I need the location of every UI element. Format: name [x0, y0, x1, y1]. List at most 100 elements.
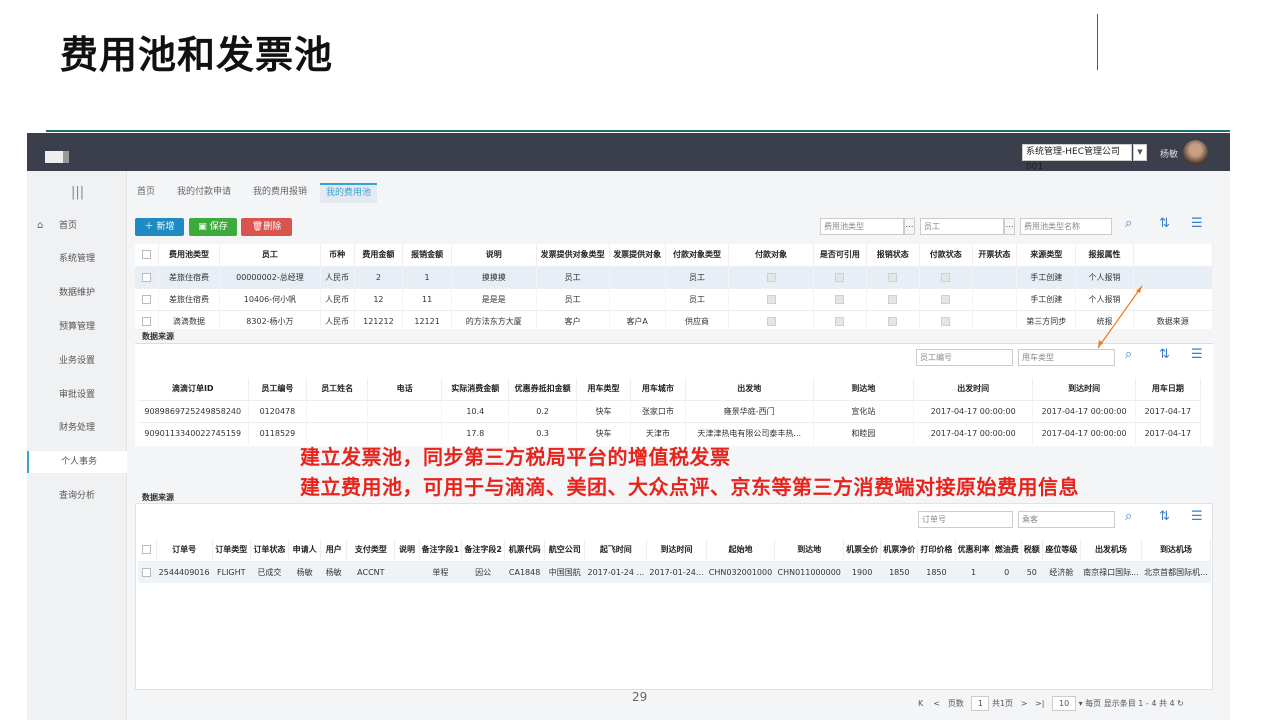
- list-view-icon[interactable]: ☰: [1191, 347, 1203, 362]
- employee-filter[interactable]: 员工: [920, 218, 1004, 235]
- col-header[interactable]: 机票全价: [843, 539, 882, 561]
- chevron-down-icon[interactable]: ▾: [1079, 699, 1083, 708]
- col-header[interactable]: 用户: [320, 539, 348, 561]
- col-header[interactable]: 电话: [367, 378, 443, 400]
- col-header[interactable]: 燃油费: [992, 539, 1022, 561]
- sidebar-item-approval[interactable]: 审批设置: [27, 384, 127, 406]
- col-header[interactable]: 订单类型: [212, 539, 251, 561]
- per-page-select[interactable]: 10: [1052, 696, 1077, 711]
- col-header[interactable]: 用车日期: [1135, 378, 1201, 400]
- col-header[interactable]: 到达地: [774, 539, 845, 561]
- tab-expense-report[interactable]: 我的费用报销: [247, 183, 313, 203]
- avatar[interactable]: [1183, 140, 1208, 165]
- col-header[interactable]: 来源类型: [1016, 244, 1077, 266]
- row-checkbox[interactable]: [138, 561, 157, 583]
- sidebar-item-system[interactable]: 系统管理: [27, 248, 127, 270]
- sidebar-item-data[interactable]: 数据维护: [27, 282, 127, 304]
- col-header[interactable]: 座位等级: [1042, 539, 1082, 561]
- user-name[interactable]: 杨敏: [1160, 147, 1178, 160]
- col-header[interactable]: 出发机场: [1080, 539, 1142, 561]
- add-button[interactable]: ＋ 新增: [135, 218, 184, 236]
- col-header[interactable]: 付款对象: [728, 244, 814, 266]
- filter-settings-icon[interactable]: ⇅: [1159, 347, 1170, 362]
- col-header[interactable]: 付款对象类型: [665, 244, 730, 266]
- col-header[interactable]: 用车城市: [630, 378, 686, 400]
- col-header[interactable]: 订单号: [156, 539, 213, 561]
- col-header[interactable]: 说明: [394, 539, 420, 561]
- list-view-icon[interactable]: ☰: [1191, 216, 1203, 231]
- table-row[interactable]: 9089869725249858240 0120478 10.4 0.2 快车 张家口市雍…: [138, 400, 1201, 422]
- col-header[interactable]: 优惠券抵扣金额: [508, 378, 577, 400]
- list-view-icon[interactable]: ☰: [1191, 509, 1203, 524]
- col-header[interactable]: 发票提供对象: [609, 244, 666, 266]
- col-header[interactable]: 出发地: [685, 378, 814, 400]
- tab-expense-pool[interactable]: 我的费用池: [320, 183, 378, 203]
- col-header[interactable]: 支付类型: [346, 539, 396, 561]
- col-header[interactable]: 员工姓名: [306, 378, 369, 400]
- col-header[interactable]: 机票净价: [880, 539, 919, 561]
- save-button[interactable]: ▣ 保存: [189, 218, 237, 236]
- table-row[interactable]: 差旅住宿费 10406-何小帆 人民币 12 11 是是是 员工 员工 手工创建 个人报销: [135, 288, 1213, 310]
- sidebar-item-budget[interactable]: 预算管理: [27, 316, 127, 338]
- pool-name-filter[interactable]: 费用池类型名称: [1020, 218, 1112, 235]
- col-header[interactable]: 备注字段1: [419, 539, 463, 561]
- row-checkbox[interactable]: [135, 266, 159, 288]
- pool-type-filter[interactable]: 费用池类型: [820, 218, 904, 235]
- col-header[interactable]: 说明: [451, 244, 537, 266]
- tab-home[interactable]: 首页: [131, 183, 161, 203]
- col-header[interactable]: 付款状态: [919, 244, 973, 266]
- col-header[interactable]: 起始地: [706, 539, 776, 561]
- sidebar-item-finance[interactable]: 财务处理: [27, 417, 127, 439]
- sidebar-item-personal[interactable]: 个人事务: [27, 451, 127, 473]
- table-row[interactable]: 差旅住宿费 00000002-总经理 人民币 2 1 摸摸摸 员工 员工 手工创建 个人报销: [135, 266, 1213, 288]
- col-header[interactable]: 报报属性: [1075, 244, 1134, 266]
- passenger-filter[interactable]: 乘客: [1018, 511, 1115, 528]
- first-page-icon[interactable]: K: [918, 699, 923, 708]
- col-header[interactable]: 税额: [1021, 539, 1043, 561]
- col-header[interactable]: 费用池类型: [158, 244, 221, 266]
- lookup-icon[interactable]: …: [1004, 218, 1015, 235]
- col-header[interactable]: 到达机场: [1141, 539, 1211, 561]
- col-header[interactable]: 滴滴订单ID: [138, 378, 249, 400]
- filter-settings-icon[interactable]: ⇅: [1159, 509, 1170, 524]
- sidebar-item-query[interactable]: 查询分析: [27, 485, 127, 507]
- col-header[interactable]: 费用金额: [354, 244, 404, 266]
- page-input[interactable]: 1: [971, 696, 990, 711]
- col-header[interactable]: 发票提供对象类型: [536, 244, 610, 266]
- col-header[interactable]: 员工编号: [248, 378, 308, 400]
- lookup-icon[interactable]: …: [904, 218, 915, 235]
- prev-page-icon[interactable]: <: [933, 699, 940, 708]
- col-header[interactable]: 币种: [320, 244, 355, 266]
- last-page-icon[interactable]: >|: [1035, 699, 1044, 708]
- col-header[interactable]: 报销状态: [866, 244, 920, 266]
- select-all-checkbox[interactable]: [138, 539, 157, 561]
- sidebar-item-business[interactable]: 业务设置: [27, 350, 127, 372]
- refresh-icon[interactable]: ↻: [1177, 699, 1184, 708]
- company-select[interactable]: 系统管理-HEC管理公司001: [1022, 144, 1132, 172]
- delete-button[interactable]: 🗑删除: [241, 218, 292, 236]
- table-row[interactable]: 滴滴数据 8302-杨小万 人民币 121212 12121 的方法东方大厦 客户 客户A 供应…: [135, 310, 1213, 329]
- order-no-filter[interactable]: 订单号: [918, 511, 1013, 528]
- col-header[interactable]: 订单状态: [250, 539, 290, 561]
- row-checkbox[interactable]: [135, 310, 159, 329]
- col-header[interactable]: 到达地: [813, 378, 914, 400]
- col-header[interactable]: 优惠利率: [955, 539, 993, 561]
- col-header[interactable]: 到达时间: [646, 539, 707, 561]
- menu-toggle-icon[interactable]: |||: [71, 185, 84, 200]
- col-header[interactable]: 实际消费金额: [441, 378, 510, 400]
- col-header[interactable]: 航空公司: [544, 539, 586, 561]
- col-header[interactable]: 申请人: [288, 539, 322, 561]
- table-row[interactable]: 2544409016 FLIGHT 已成交 杨敏 杨敏 ACCNT 单程 因公 CA1848 中国…: [138, 561, 1211, 583]
- col-header[interactable]: 备注字段2: [461, 539, 506, 561]
- col-header[interactable]: 出发时间: [913, 378, 1034, 400]
- tab-payment-request[interactable]: 我的付款申请: [171, 183, 237, 203]
- sidebar-item-home[interactable]: ⌂ 首页: [27, 215, 127, 237]
- col-header[interactable]: 用车类型: [576, 378, 632, 400]
- col-header[interactable]: 机票代码: [504, 539, 546, 561]
- row-checkbox[interactable]: [135, 288, 159, 310]
- chevron-down-icon[interactable]: ▼: [1133, 144, 1147, 161]
- col-header[interactable]: 到达时间: [1032, 378, 1136, 400]
- employee-no-filter[interactable]: 员工编号: [916, 349, 1013, 366]
- col-header[interactable]: 开票状态: [972, 244, 1018, 266]
- select-all-checkbox[interactable]: [135, 244, 159, 266]
